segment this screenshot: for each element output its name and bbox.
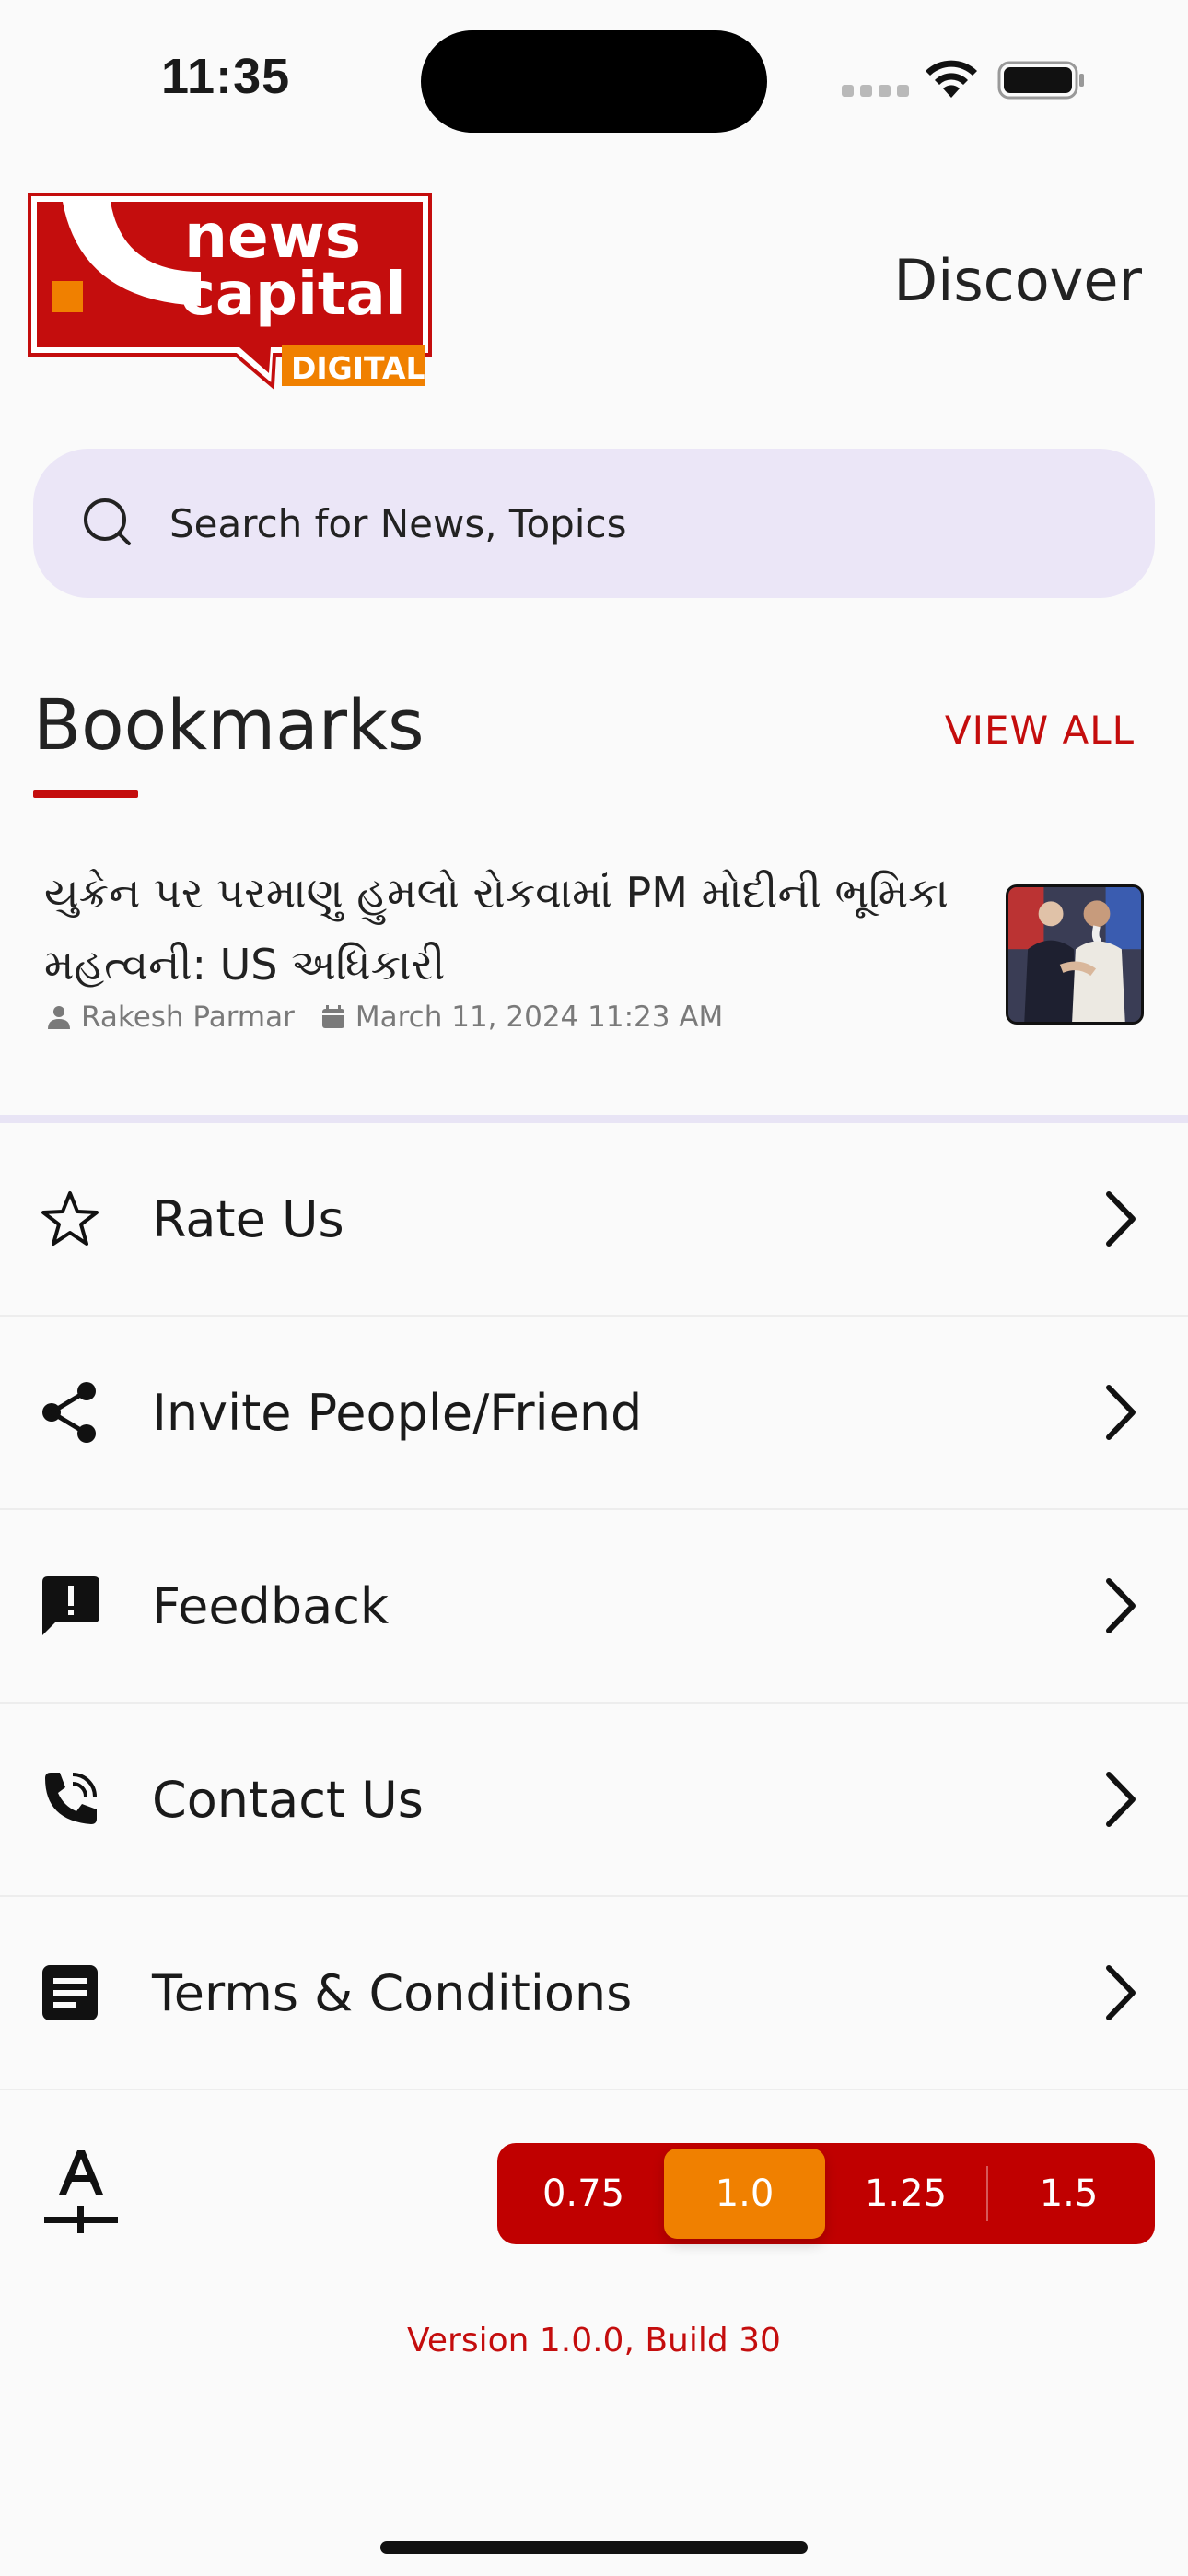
menu-item-feedback[interactable]: Feedback — [0, 1510, 1188, 1704]
view-all-link[interactable]: VIEW ALL — [945, 708, 1135, 753]
news-capital-logo[interactable]: news capital DIGITAL — [26, 191, 434, 392]
dynamic-island — [421, 30, 767, 133]
status-bar: 11:35 — [0, 0, 1188, 157]
search-icon — [84, 498, 131, 545]
person-icon — [48, 1006, 70, 1029]
font-size-option-075[interactable]: 0.75 — [503, 2149, 664, 2239]
chevron-right-icon — [1106, 1385, 1136, 1440]
version-text: Version 1.0.0, Build 30 — [407, 2322, 781, 2359]
menu-label-invite: Invite People/Friend — [152, 1383, 643, 1442]
chevron-right-icon — [1106, 1772, 1136, 1827]
document-icon — [42, 1965, 98, 2020]
menu-item-contact[interactable]: Contact Us — [0, 1704, 1188, 1897]
menu-label-contact: Contact Us — [152, 1770, 424, 1829]
menu-label-terms: Terms & Conditions — [152, 1963, 633, 2022]
bookmarks-heading: Bookmarks — [33, 684, 425, 766]
search-input[interactable]: Search for News, Topics — [169, 501, 626, 546]
battery-icon — [997, 61, 1084, 100]
menu-item-rate-us[interactable]: Rate Us — [0, 1123, 1188, 1317]
star-outline-icon — [41, 1191, 99, 1246]
logo-text-capital: capital — [181, 261, 406, 329]
search-bar[interactable]: Search for News, Topics — [33, 449, 1155, 598]
article-title[interactable]: યુક્રેન પર પરમાણુ હુમલો રોકવામાં PM મોદી… — [44, 857, 965, 1001]
menu-item-terms[interactable]: Terms & Conditions — [0, 1897, 1188, 2090]
home-indicator[interactable] — [380, 2541, 808, 2554]
font-size-option-15[interactable]: 1.5 — [988, 2149, 1149, 2239]
font-size-option-125[interactable]: 1.25 — [825, 2149, 986, 2239]
article-date: March 11, 2024 11:23 AM — [355, 1001, 724, 1034]
calendar-icon — [321, 1005, 344, 1028]
article-meta: Rakesh Parmar March 11, 2024 11:23 AM — [46, 1001, 723, 1034]
article-thumbnail[interactable] — [1006, 884, 1144, 1025]
menu-label-rate-us: Rate Us — [152, 1189, 344, 1248]
text-size-icon — [44, 2150, 118, 2233]
phone-call-icon — [45, 1773, 97, 1824]
signal-icon — [842, 85, 909, 97]
share-icon — [42, 1382, 96, 1443]
chevron-right-icon — [1106, 1578, 1136, 1633]
chevron-right-icon — [1106, 1191, 1136, 1247]
menu-label-feedback: Feedback — [152, 1576, 390, 1635]
font-size-selector: 0.75 1.0 1.25 1.5 — [497, 2143, 1155, 2244]
article-author: Rakesh Parmar — [81, 1001, 295, 1034]
chevron-right-icon — [1106, 1965, 1136, 2020]
menu-item-invite[interactable]: Invite People/Friend — [0, 1317, 1188, 1510]
bookmark-article[interactable]: યુક્રેન પર પરમાણુ હુમલો રોકવામાં PM મોદી… — [33, 848, 1155, 1034]
discover-title: Discover — [893, 247, 1142, 314]
status-time: 11:35 — [161, 49, 291, 104]
font-size-option-10[interactable]: 1.0 — [664, 2149, 825, 2239]
settings-menu: Rate Us Invite People/Friend Feedback Co… — [0, 1123, 1188, 2090]
bookmarks-underline — [33, 790, 138, 798]
wifi-icon — [926, 60, 977, 98]
logo-text-digital: DIGITAL — [291, 350, 425, 386]
feedback-icon — [42, 1576, 99, 1635]
section-divider — [0, 1115, 1188, 1123]
